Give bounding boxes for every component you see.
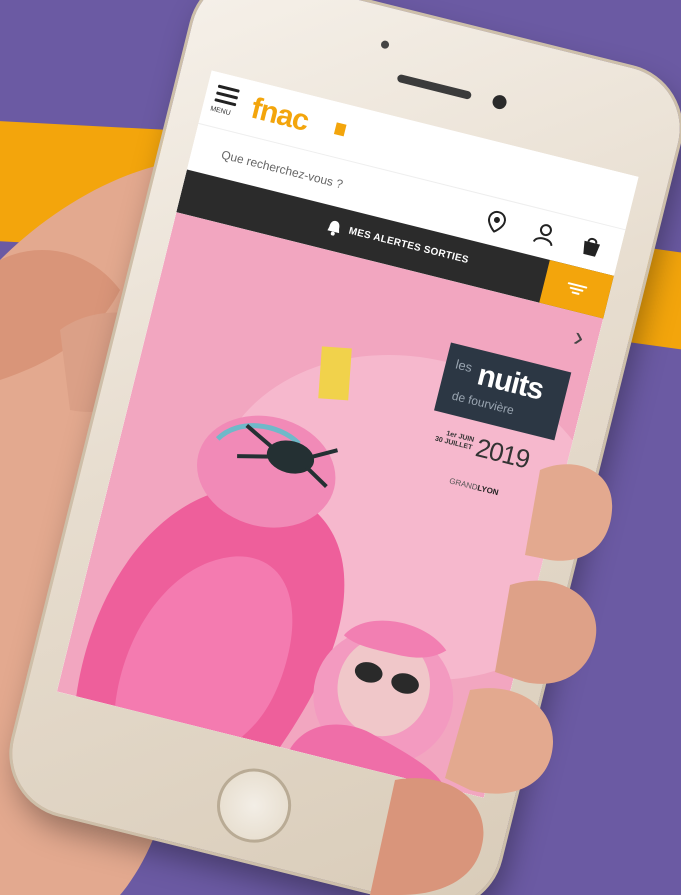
hand-fingers [370,464,613,895]
scene: MENU fnac MES [0,0,681,895]
